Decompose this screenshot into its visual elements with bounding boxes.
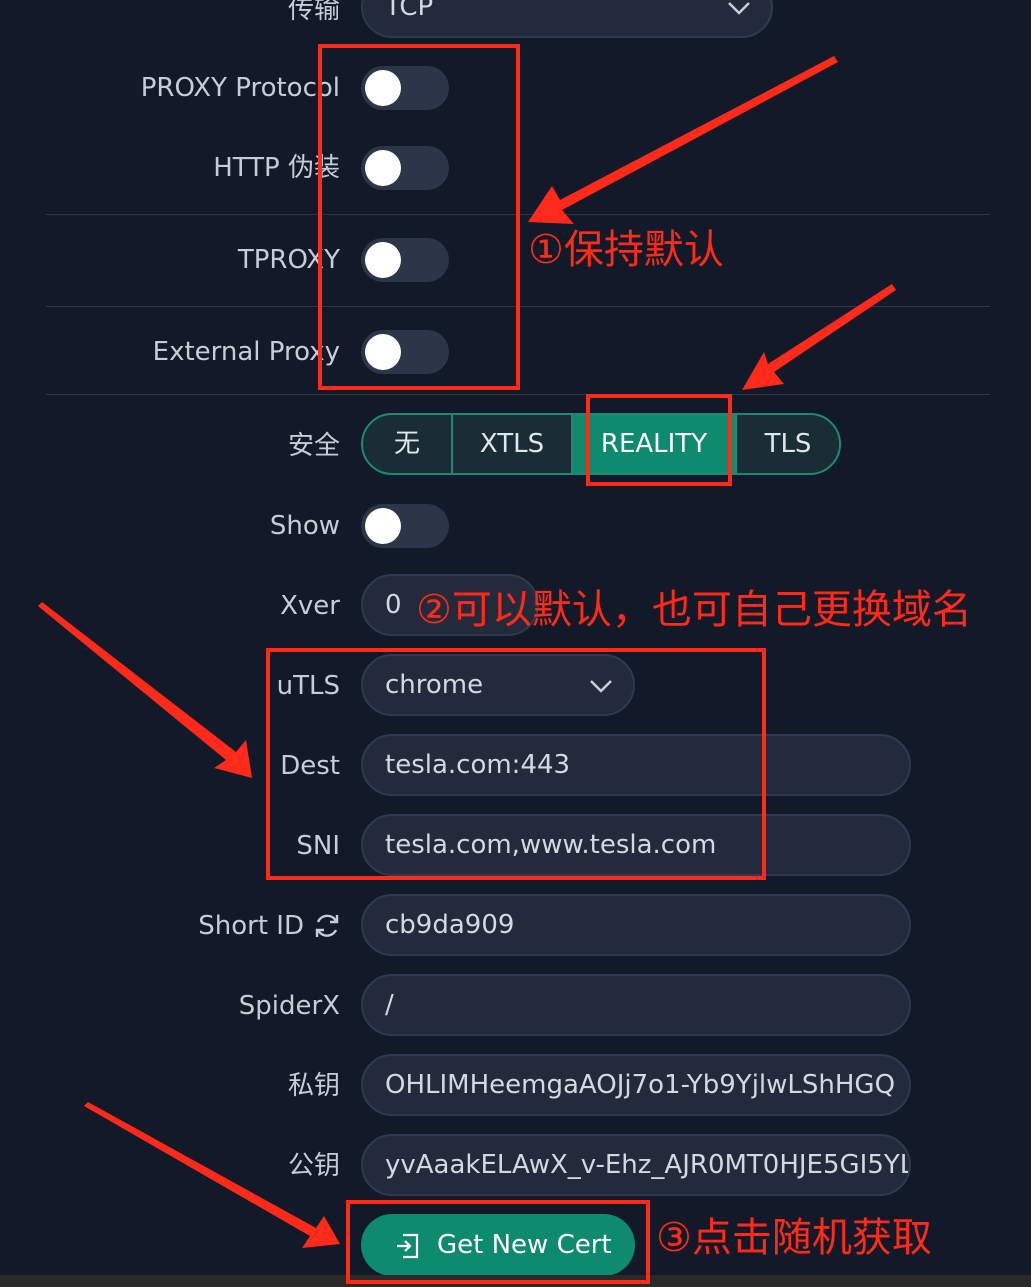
arrow-3: [38, 602, 252, 778]
annotation-arrows: [38, 56, 896, 1248]
arrow-1: [528, 56, 838, 224]
arrow-2: [742, 284, 896, 390]
arrow-4: [84, 1102, 340, 1248]
